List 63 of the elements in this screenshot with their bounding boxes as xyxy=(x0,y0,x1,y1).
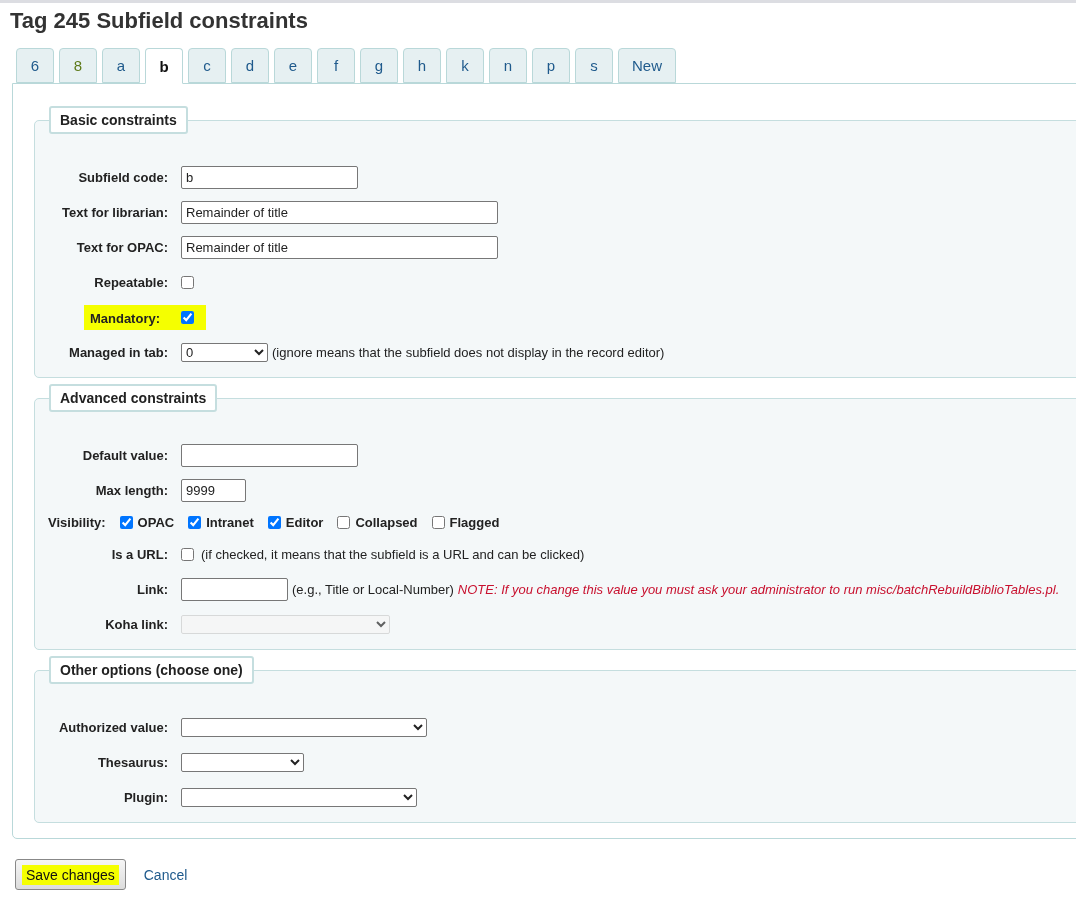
text-field[interactable]: 9999 xyxy=(181,479,246,502)
subfield-tab[interactable]: s xyxy=(575,48,613,83)
subfield-tab[interactable]: g xyxy=(360,48,398,83)
subfield-tab[interactable]: 6 xyxy=(16,48,54,83)
fieldset-legend: Advanced constraints xyxy=(49,384,218,412)
select-field[interactable] xyxy=(181,788,417,807)
subfield-tab[interactable]: a xyxy=(102,48,140,83)
option-label: Flagged xyxy=(449,515,500,530)
subfield-tab[interactable]: b xyxy=(145,48,183,84)
option-label: Collapsed xyxy=(355,515,418,530)
subfield-tab[interactable]: 8 xyxy=(59,48,97,83)
field-label: Is a URL: xyxy=(111,547,168,562)
subfield-tab[interactable]: d xyxy=(231,48,269,83)
field-label: Koha link: xyxy=(105,617,168,632)
field-label: Subfield code: xyxy=(78,170,168,185)
checkbox[interactable] xyxy=(181,548,194,561)
field-label: Link: xyxy=(136,582,168,597)
subfield-tab[interactable]: e xyxy=(274,48,312,83)
select-field[interactable]: 0 xyxy=(181,343,268,362)
hint-text: (e.g., Title or Local-Number) xyxy=(292,582,454,597)
field-label: Mandatory: xyxy=(83,305,206,330)
field-label: Thesaurus: xyxy=(97,755,168,770)
hint-text: (ignore means that the subfield does not display in the record editor) xyxy=(272,345,665,360)
checkbox[interactable] xyxy=(188,516,202,529)
text-field[interactable]: Remainder of title xyxy=(181,236,498,259)
text-field[interactable] xyxy=(181,444,358,467)
text-field[interactable]: b xyxy=(181,166,358,189)
field-label: Managed in tab: xyxy=(69,345,168,360)
field-label: Text for OPAC: xyxy=(76,240,168,255)
checkbox[interactable] xyxy=(119,516,133,529)
hint-text: (if checked, it means that the subfield is a URL and can be clicked) xyxy=(201,547,585,562)
cancel-link[interactable]: Cancel xyxy=(143,866,188,883)
subfield-tab[interactable]: p xyxy=(532,48,570,83)
field-label: Max length: xyxy=(95,483,168,498)
fieldset-legend: Other options (choose one) xyxy=(49,656,254,684)
subfield-tab[interactable]: n xyxy=(489,48,527,83)
checkbox[interactable] xyxy=(431,516,445,529)
subfield-tab[interactable]: k xyxy=(446,48,484,83)
option-label: Editor xyxy=(285,515,324,530)
save-button[interactable]: Save changes xyxy=(15,859,126,890)
checkbox[interactable] xyxy=(267,516,281,529)
field-label: Authorized value: xyxy=(58,720,168,735)
field-label: Default value: xyxy=(82,448,168,463)
select-field[interactable] xyxy=(181,718,427,737)
option-label: Intranet xyxy=(206,515,254,530)
warning-note: NOTE: If you change this value you must ask your administrator to run misc/batchRebuildBiblioTables.pl. xyxy=(457,582,1060,597)
field-label: Text for librarian: xyxy=(62,205,168,220)
checkbox[interactable] xyxy=(337,516,351,529)
text-field[interactable] xyxy=(181,578,288,601)
checkbox[interactable] xyxy=(181,276,194,289)
field-label: Visibility: xyxy=(48,515,106,530)
subfield-tab[interactable]: c xyxy=(188,48,226,83)
fieldset-legend: Basic constraints xyxy=(49,106,188,134)
checkbox[interactable] xyxy=(181,311,194,324)
option-label: OPAC xyxy=(137,515,175,530)
subfield-tab[interactable]: h xyxy=(403,48,441,83)
subfield-tab[interactable]: New xyxy=(618,48,676,83)
field-label: Repeatable: xyxy=(94,275,168,290)
select-field[interactable] xyxy=(181,753,304,772)
text-field[interactable]: Remainder of title xyxy=(181,201,498,224)
field-label: Plugin: xyxy=(123,790,168,805)
subfield-tab[interactable]: f xyxy=(317,48,355,83)
page-title: Tag 245 Subfield constraints xyxy=(10,8,309,34)
